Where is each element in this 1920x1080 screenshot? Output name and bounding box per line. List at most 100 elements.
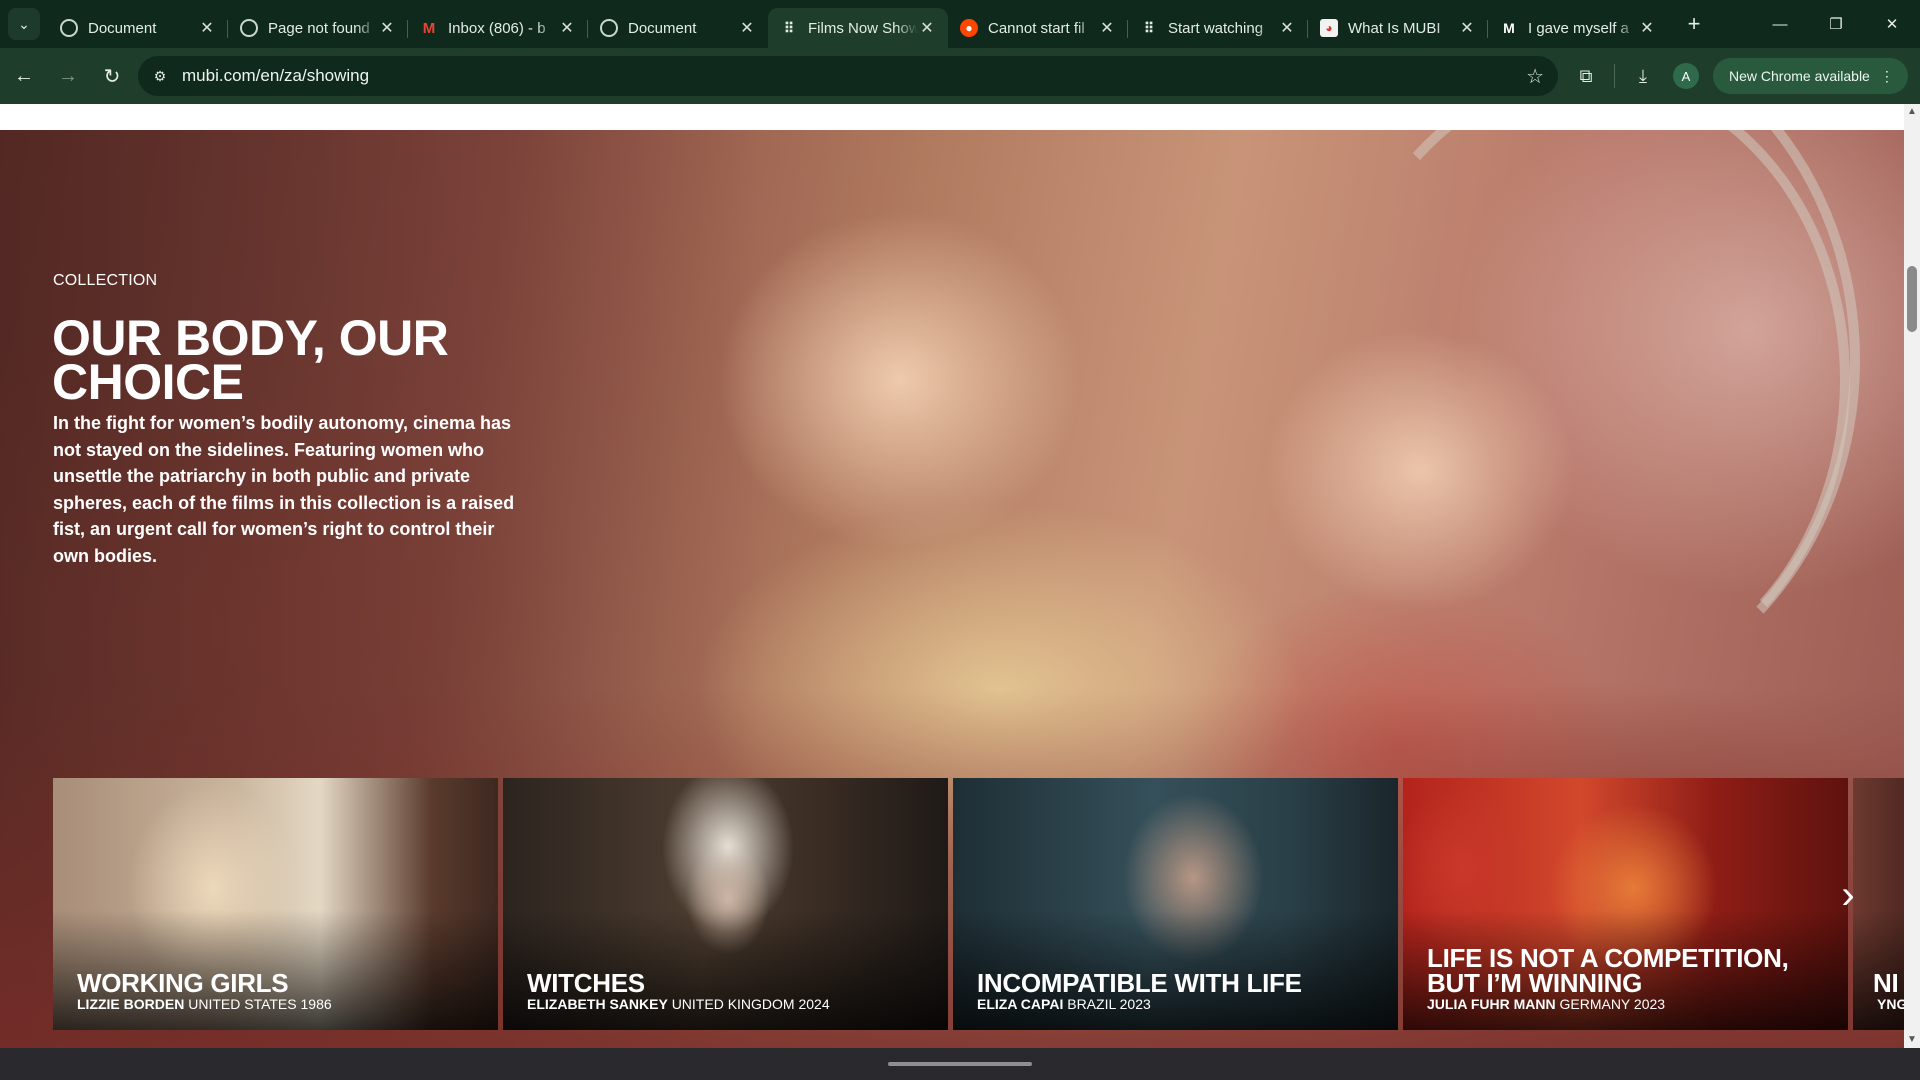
tab-title: Start watching [1168, 19, 1264, 37]
reddit-icon: ● [960, 19, 978, 37]
film-title: NI [1873, 970, 1899, 996]
tab-title: Document [628, 19, 697, 37]
close-window-icon[interactable]: ✕ [1864, 0, 1920, 48]
forward-button[interactable]: → [48, 56, 88, 96]
tab-what-is-mubi[interactable]: ◕ What Is MUBI ✕ [1308, 8, 1488, 48]
film-country-year: BRAZIL 2023 [1067, 996, 1151, 1012]
film-meta: JULIA FUHR MANN GERMANY 2023 [1427, 996, 1665, 1012]
tab-start-watching[interactable]: ⠿ Start watching ✕ [1128, 8, 1308, 48]
film-meta: ELIZA CAPAI BRAZIL 2023 [977, 996, 1151, 1012]
film-title: LIFE IS NOT A COMPETITION, BUT I’M WINNI… [1427, 943, 1789, 998]
medium-icon: M [1503, 20, 1515, 36]
close-icon[interactable]: ✕ [378, 18, 396, 38]
reload-icon: ↻ [103, 65, 121, 88]
tab-title: Cannot start fil [988, 19, 1085, 37]
drag-handle[interactable] [888, 1062, 1032, 1066]
film-director: LIZZIE BORDEN [77, 996, 185, 1012]
scroll-up-arrow-icon[interactable]: ▲ [1904, 104, 1920, 120]
tab-title: Films Now Showing [808, 19, 918, 37]
extensions-icon[interactable]: ⧉ [1566, 56, 1606, 96]
update-label: New Chrome available [1729, 68, 1870, 84]
film-director: YNG [1877, 996, 1904, 1012]
tab-search-button[interactable]: ⌄ [8, 8, 40, 40]
restore-icon[interactable]: ❐ [1808, 0, 1864, 48]
carousel-next-button[interactable]: › [1828, 875, 1868, 915]
close-icon[interactable]: ✕ [198, 18, 216, 38]
scrollbar-thumb[interactable] [1907, 266, 1917, 332]
new-tab-button[interactable]: + [1680, 11, 1708, 37]
toolbar-divider [1614, 64, 1615, 88]
reload-button[interactable]: ↻ [92, 56, 132, 96]
close-icon[interactable]: ✕ [1638, 18, 1656, 38]
tab-page-not-found[interactable]: Page not found ✕ [228, 8, 408, 48]
film-carousel: WORKING GIRLS LIZZIE BORDEN UNITED STATE… [53, 778, 1904, 1030]
close-icon[interactable]: ✕ [1098, 18, 1116, 38]
back-button[interactable]: ← [4, 56, 44, 96]
close-icon[interactable]: ✕ [1278, 18, 1296, 38]
tab-title: Document [88, 19, 157, 37]
film-meta: ELIZABETH SANKEY UNITED KINGDOM 2024 [527, 996, 830, 1012]
film-country-year: UNITED KINGDOM 2024 [671, 996, 830, 1012]
tab-strip: ⌄ Document ✕ Page not found ✕ M Inbox (8… [0, 0, 1920, 48]
tab-title: Page not found [268, 19, 370, 37]
browser-toolbar: ← → ↻ ⚙ mubi.com/en/za/showing ☆ ⧉ ⤓ A N… [0, 48, 1920, 104]
collection-title: OUR BODY, OUR CHOICE [52, 310, 449, 410]
tab-list: Document ✕ Page not found ✕ M Inbox (806… [48, 0, 1708, 48]
film-title: WITCHES [527, 968, 645, 998]
collection-description: In the fight for women’s bodily autonomy… [53, 413, 515, 566]
site-settings-icon[interactable]: ⚙ [146, 62, 174, 90]
chrome-update-button[interactable]: New Chrome available ⋮ [1713, 58, 1908, 94]
minimize-icon[interactable]: — [1752, 0, 1808, 48]
gmail-icon: M [422, 19, 436, 37]
bookmark-star-icon[interactable]: ☆ [1526, 64, 1544, 89]
url-text[interactable]: mubi.com/en/za/showing [182, 66, 369, 86]
address-bar[interactable]: ⚙ mubi.com/en/za/showing ☆ [138, 56, 1558, 96]
profile-avatar[interactable]: A [1673, 63, 1699, 89]
page-viewport: COLLECTION OUR BODY, OUR CHOICE In the f… [0, 104, 1904, 1048]
film-meta: YNG [1877, 996, 1904, 1012]
collection-hero: COLLECTION OUR BODY, OUR CHOICE In the f… [0, 130, 1904, 1048]
collection-eyebrow: COLLECTION [53, 272, 158, 289]
film-card[interactable]: INCOMPATIBLE WITH LIFE ELIZA CAPAI BRAZI… [953, 778, 1398, 1030]
film-meta: LIZZIE BORDEN UNITED STATES 1986 [77, 996, 332, 1012]
tab-title: What Is MUBI [1348, 19, 1441, 37]
globe-icon [240, 19, 258, 37]
tab-document-2[interactable]: Document ✕ [588, 8, 768, 48]
close-icon[interactable]: ✕ [1458, 18, 1476, 38]
film-title: INCOMPATIBLE WITH LIFE [977, 968, 1302, 998]
film-title: WORKING GIRLS [77, 968, 289, 998]
globe-icon [60, 19, 78, 37]
film-director: JULIA FUHR MANN [1427, 996, 1556, 1012]
tab-films-now-showing[interactable]: ⠿ Films Now Showing ✕ [768, 8, 948, 48]
film-card[interactable]: LIFE IS NOT A COMPETITION, BUT I’M WINNI… [1403, 778, 1848, 1030]
tab-document[interactable]: Document ✕ [48, 8, 228, 48]
film-country-year: UNITED STATES 1986 [188, 996, 332, 1012]
close-icon[interactable]: ✕ [558, 18, 576, 38]
close-icon[interactable]: ✕ [738, 18, 756, 38]
film-director: ELIZA CAPAI [977, 996, 1064, 1012]
tab-reddit[interactable]: ● Cannot start fil ✕ [948, 8, 1128, 48]
film-card[interactable]: WITCHES ELIZABETH SANKEY UNITED KINGDOM … [503, 778, 948, 1030]
tab-medium[interactable]: M I gave myself a ✕ [1488, 8, 1668, 48]
mubi-dots-icon: ⠿ [783, 19, 795, 36]
globe-icon [600, 19, 618, 37]
bottom-edge [0, 1048, 1920, 1080]
scroll-down-arrow-icon[interactable]: ▼ [1904, 1032, 1920, 1048]
film-country-year: GERMANY 2023 [1559, 996, 1666, 1012]
chevron-right-icon: › [1841, 873, 1855, 917]
arrow-left-icon: ← [14, 64, 34, 87]
window-controls: — ❐ ✕ [1752, 0, 1920, 48]
chevron-down-icon: ⌄ [18, 15, 30, 32]
download-icon[interactable]: ⤓ [1623, 56, 1663, 96]
arrow-right-icon: → [58, 64, 78, 87]
more-vertical-icon: ⋮ [1879, 67, 1894, 84]
tab-inbox[interactable]: M Inbox (806) - b ✕ [408, 8, 588, 48]
film-card[interactable]: WORKING GIRLS LIZZIE BORDEN UNITED STATE… [53, 778, 498, 1030]
close-icon[interactable]: ✕ [918, 18, 936, 38]
tab-title: I gave myself a [1528, 19, 1629, 37]
mubi-dots-icon: ⠿ [1143, 19, 1155, 36]
film-director: ELIZABETH SANKEY [527, 996, 668, 1012]
tab-title: Inbox (806) - b [448, 19, 546, 37]
page-scrollbar[interactable]: ▲ ▼ [1904, 104, 1920, 1048]
mubi-logo-icon: ◕ [1320, 19, 1338, 37]
